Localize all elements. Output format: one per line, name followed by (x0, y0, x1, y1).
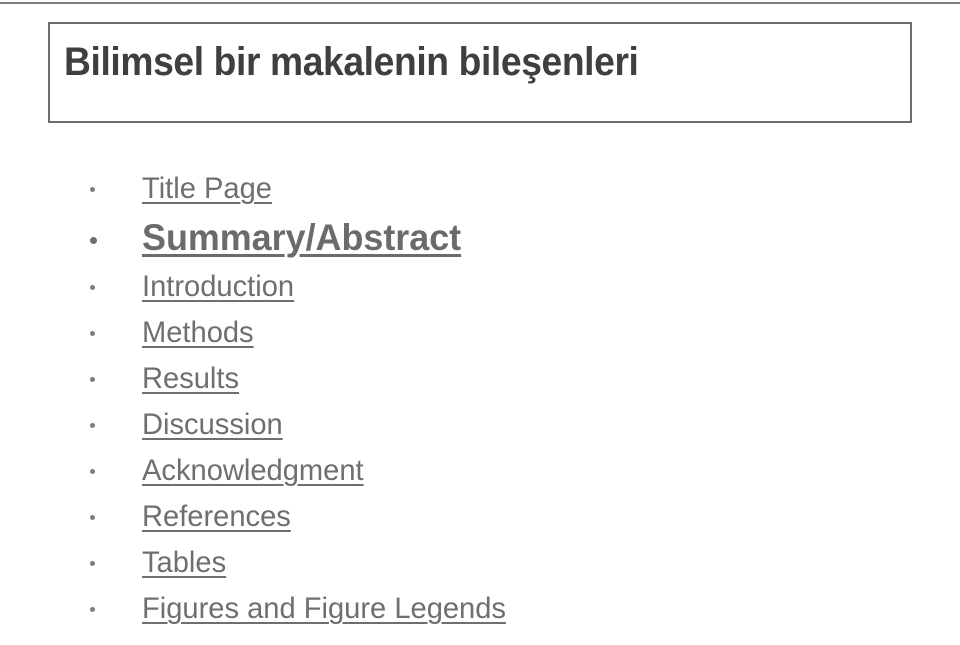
bullet-dot-icon (90, 177, 142, 195)
list-item[interactable]: Figures and Figure Legends (90, 592, 930, 638)
bullet-dot-icon (90, 459, 142, 477)
list-item-label: Title Page (142, 172, 272, 205)
slide-canvas: Bilimsel bir makalenin bileşenleri Title… (0, 0, 960, 645)
list-item-label: Acknowledgment (142, 454, 364, 487)
list-item-label: Discussion (142, 408, 283, 441)
bullet-dot-icon (90, 275, 142, 293)
list-item[interactable]: Summary/Abstract (90, 218, 930, 270)
list-item-label: Introduction (142, 270, 295, 303)
top-divider-rule (0, 2, 960, 4)
bullet-dot-icon (90, 413, 142, 431)
bullet-dot-icon (90, 551, 142, 569)
list-item-label: Methods (142, 316, 254, 349)
list-item-label: Summary/Abstract (142, 217, 462, 258)
outline-bullet-list: Title Page Summary/Abstract Introduction Me… (90, 172, 930, 638)
bullet-dot-icon (90, 597, 142, 615)
bullet-dot-icon (90, 229, 142, 247)
list-item[interactable]: Methods (90, 316, 930, 362)
bullet-dot-icon (90, 367, 142, 385)
list-item-label: Tables (142, 546, 227, 579)
list-item[interactable]: Introduction (90, 270, 930, 316)
list-item[interactable]: Discussion (90, 408, 930, 454)
list-item[interactable]: Title Page (90, 172, 930, 218)
list-item[interactable]: Acknowledgment (90, 454, 930, 500)
title-box: Bilimsel bir makalenin bileşenleri (48, 22, 912, 123)
page-title: Bilimsel bir makalenin bileşenleri (64, 40, 639, 84)
list-item[interactable]: Tables (90, 546, 930, 592)
list-item-label: Figures and Figure Legends (142, 592, 506, 625)
bullet-dot-icon (90, 505, 142, 523)
bullet-dot-icon (90, 321, 142, 339)
list-item[interactable]: References (90, 500, 930, 546)
list-item-label: References (142, 500, 291, 533)
list-item[interactable]: Results (90, 362, 930, 408)
list-item-label: Results (142, 362, 240, 395)
